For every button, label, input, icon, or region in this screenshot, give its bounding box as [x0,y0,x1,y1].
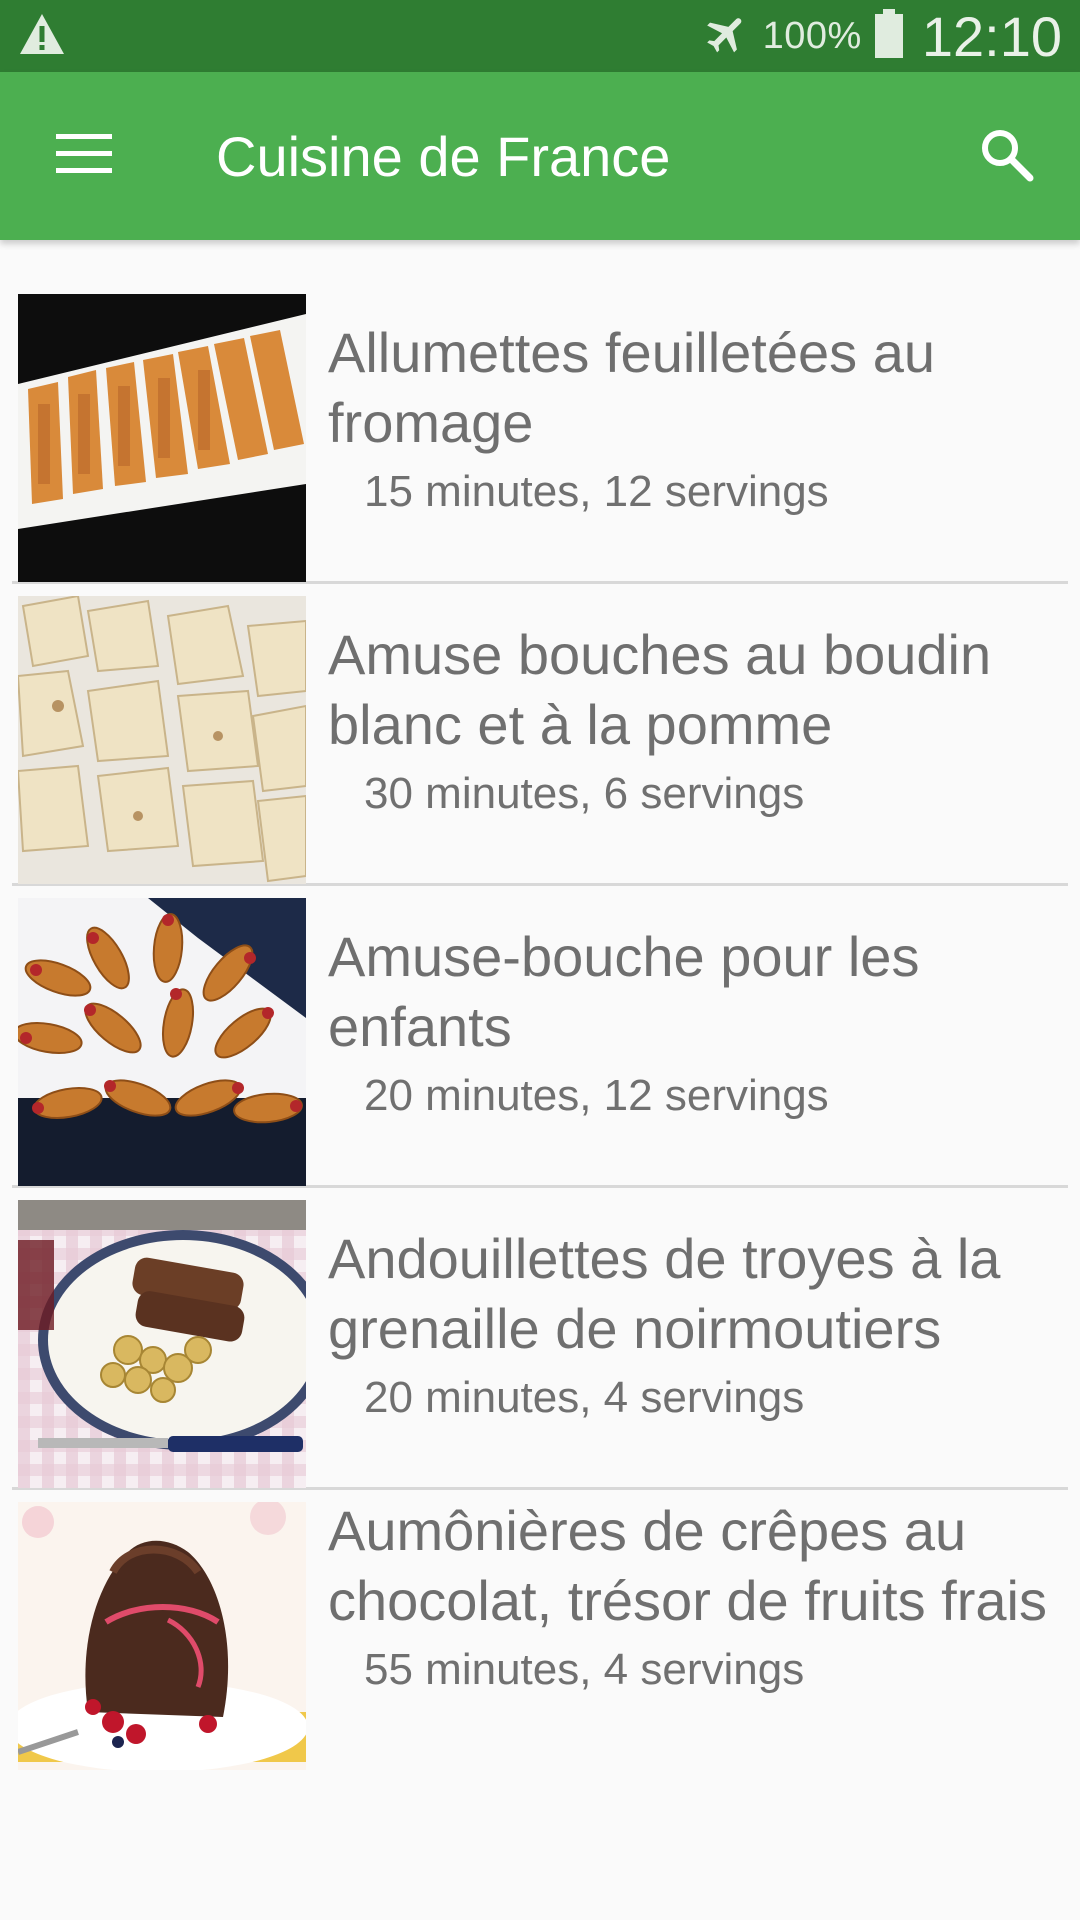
hamburger-menu-icon [56,133,112,179]
recipe-title: Andouillettes de troyes à la grenaille d… [328,1227,1001,1360]
airplane-icon [703,10,751,63]
app-title: Cuisine de France [216,124,671,188]
search-icon [978,126,1034,187]
battery-icon [874,8,904,64]
recipe-list-item[interactable]: Amuse bouches au boudin blanc et à la po… [12,584,1068,886]
recipe-meta: 15 minutes, 12 servings [364,467,829,516]
recipe-meta: 55 minutes, 4 servings [364,1645,805,1694]
recipe-thumbnail [18,294,306,582]
recipe-title: Allumettes feuilletées au fromage [328,321,936,454]
recipe-thumbnail [18,898,306,1186]
recipe-thumbnail [18,1502,306,1770]
recipe-thumbnail [18,596,306,884]
warning-icon [18,12,66,61]
recipe-list-item[interactable]: Amuse-bouche pour les enfants 20 minutes… [12,886,1068,1188]
app-bar: Cuisine de France [0,72,1080,240]
recipe-thumbnail [18,1200,306,1488]
recipe-meta: 20 minutes, 4 servings [364,1373,805,1422]
status-time: 12:10 [921,4,1062,68]
menu-button[interactable] [42,114,126,198]
recipe-meta: 20 minutes, 12 servings [364,1071,829,1120]
recipe-list[interactable]: Allumettes feuilletées au fromage 15 min… [12,282,1068,1770]
recipe-list-item[interactable]: Andouillettes de troyes à la grenaille d… [12,1188,1068,1490]
recipe-list-item[interactable]: Aumônières de crêpes au chocolat, trésor… [12,1490,1068,1770]
recipe-title: Amuse-bouche pour les enfants [328,925,920,1058]
recipe-title: Amuse bouches au boudin blanc et à la po… [328,623,992,756]
recipe-list-item[interactable]: Allumettes feuilletées au fromage 15 min… [12,282,1068,584]
status-bar: 100% 12:10 [0,0,1080,72]
recipe-meta: 30 minutes, 6 servings [364,769,805,818]
battery-percent: 100% [762,14,862,57]
search-button[interactable] [964,114,1048,198]
recipe-title: Aumônières de crêpes au chocolat, trésor… [328,1499,1047,1632]
